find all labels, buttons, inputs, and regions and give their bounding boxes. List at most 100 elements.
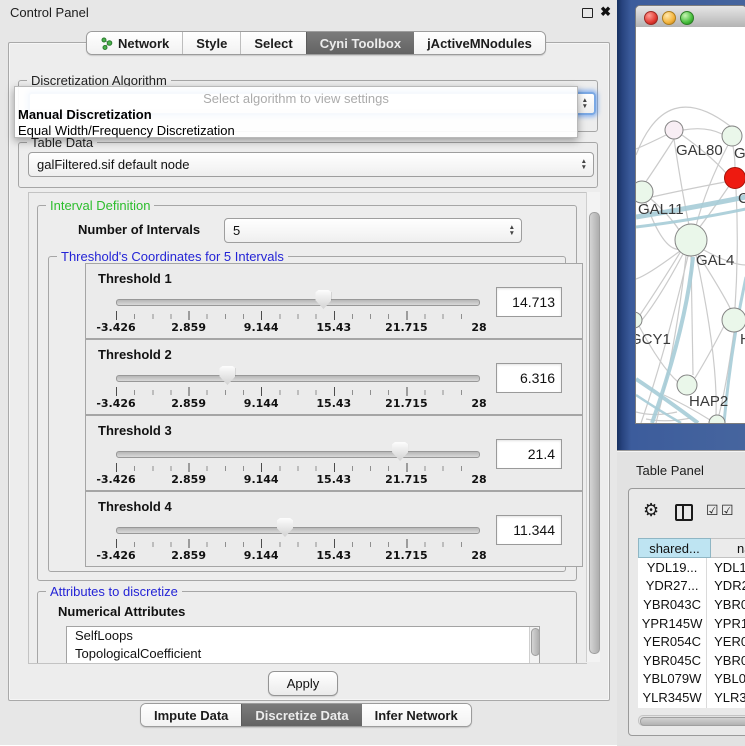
tab-select[interactable]: Select [240,32,305,54]
threshold-4-slider[interactable] [116,527,480,534]
table-row[interactable]: YDR27...YDR2 [638,577,745,596]
tab-infer-network[interactable]: Infer Network [362,704,471,726]
tab-label: Network [118,36,169,51]
minimize-traffic-light[interactable] [662,11,676,25]
column-header-shared-name[interactable]: shared... [638,538,711,558]
scale-label: -3.426 [96,397,135,410]
table-row[interactable]: YBL079WYBL0 [638,670,745,689]
threshold-value-field[interactable]: 11.344 [496,515,562,545]
slider-thumb[interactable] [392,442,408,461]
column-header-name[interactable]: na [711,538,745,558]
tab-network[interactable]: Network [87,32,182,54]
cell[interactable]: YBR045C [638,651,707,670]
slider-scale: -3.426 2.859 9.144 15.43 21.715 28 [116,473,479,486]
table-horizontal-scrollbar[interactable] [638,715,745,726]
cell[interactable]: YBR0 [707,651,745,670]
zoom-traffic-light[interactable] [680,11,694,25]
dropdown-option-manual-discretization[interactable]: Manual Discretization [15,106,577,122]
main-scrollbar[interactable] [586,192,600,662]
list-item[interactable]: BetweennessCentrality [67,662,539,664]
table-row[interactable]: YBR045CYBR0 [638,651,745,670]
node-right[interactable] [722,308,745,332]
dropdown-option-equal-width-frequency[interactable]: Equal Width/Frequency Discretization [15,122,577,138]
cell[interactable]: YDR2 [707,577,745,596]
table-hscrollbar-thumb[interactable] [640,717,745,726]
table-header-row: shared... na [638,538,745,558]
numerical-attributes-list[interactable]: SelfLoops TopologicalCoefficient Between… [66,626,540,664]
group-title: Threshold's Coordinates for 5 Intervals [57,249,288,264]
node-bottom-partial[interactable] [709,415,725,423]
gear-icon[interactable]: ⚙ [643,501,659,519]
cell[interactable]: YIL052C [638,707,707,708]
float-window-icon[interactable] [582,8,593,18]
cell[interactable]: YBL079W [638,670,707,689]
cell[interactable]: YDR27... [638,577,707,596]
cell[interactable]: YBL0 [707,670,745,689]
tab-cyni-toolbox[interactable]: Cyni Toolbox [306,32,414,54]
table-row[interactable]: YIL052CYIL0 [638,707,745,708]
table-row[interactable]: YBR043CYBR0 [638,595,745,614]
scale-label: 28 [471,321,486,334]
table-row[interactable]: YDL19...YDL1 [638,558,745,577]
list-item[interactable]: TopologicalCoefficient [67,645,539,663]
slider-thumb[interactable] [277,518,293,537]
cell[interactable]: YDL1 [707,558,745,577]
cell[interactable]: YBR043C [638,595,707,614]
node-gal80[interactable] [665,121,683,139]
node-top-right[interactable] [722,126,742,146]
list-scrollbar[interactable] [529,627,539,664]
network-window-titlebar[interactable] [636,6,745,28]
algorithm-dropdown-popup: Select algorithm to view settings Manual… [14,86,578,138]
table-row[interactable]: YPR145WYPR1 [638,614,745,633]
table-window: ⚙ ☑ ☑ shared... na YDL19...YDL1 YDR27...… [628,488,745,736]
cell[interactable]: YLR345W [638,688,707,707]
threshold-value-field[interactable]: 21.4 [496,439,562,469]
list-item[interactable]: SelfLoops [67,627,539,645]
cell[interactable]: YPR145W [638,614,707,633]
node-hap2[interactable] [677,375,697,395]
cell[interactable]: YDL19... [638,558,707,577]
tab-discretize-data[interactable]: Discretize Data [241,704,361,726]
checked-checkbox-icon[interactable]: ☑ [721,503,734,517]
tab-label: jActiveMNodules [427,36,532,51]
table-row[interactable]: YER054CYER0 [638,632,745,651]
tab-jactivemnodules[interactable]: jActiveMNodules [414,32,545,54]
threshold-label: Threshold 2 [98,347,172,362]
slider-thumb[interactable] [315,290,331,309]
threshold-value-field[interactable]: 6.316 [496,363,562,393]
main-scrollbar-thumb[interactable] [589,212,600,654]
cell[interactable]: YPR1 [707,614,745,633]
cell[interactable]: YER054C [638,632,707,651]
tab-style[interactable]: Style [182,32,240,54]
close-traffic-light[interactable] [644,11,658,25]
list-scrollbar-thumb[interactable] [531,628,540,656]
tab-impute-data[interactable]: Impute Data [141,704,241,726]
cell[interactable]: YLR3 [707,688,745,707]
threshold-3-slider[interactable] [116,451,480,458]
threshold-value-field[interactable]: 14.713 [496,287,562,317]
checked-checkbox-icon[interactable]: ☑ [706,503,719,517]
table-data-combobox[interactable]: galFiltered.sif default node ▲▼ [28,152,594,177]
tab-label: Cyni Toolbox [320,36,401,51]
scale-label: 21.715 [385,473,427,486]
cell[interactable]: YIL0 [707,707,745,708]
apply-button[interactable]: Apply [268,671,338,696]
split-columns-icon[interactable] [675,504,693,521]
cell[interactable]: YBR0 [707,595,745,614]
scale-label: 15.43 [316,473,351,486]
cell[interactable]: YER0 [707,632,745,651]
network-canvas[interactable]: GAL80 GA C GAL11 GAL4 GCY1 H HAP2 [636,27,745,423]
threshold-1-slider[interactable] [116,299,480,306]
threshold-2-slider[interactable] [116,375,480,382]
dropdown-placeholder-option[interactable]: Select algorithm to view settings [15,87,577,106]
scale-label: -3.426 [96,549,135,562]
number-of-intervals-combobox[interactable]: 5 ▲▼ [224,218,522,243]
node-gal11[interactable] [636,181,653,203]
table-row[interactable]: YLR345WYLR3 [638,688,745,707]
scale-label: 21.715 [385,321,427,334]
slider-thumb[interactable] [219,366,235,385]
node-label: GAL11 [638,201,684,218]
table-data-group: Table Data galFiltered.sif default node … [18,142,598,188]
close-icon[interactable]: ✖ [600,4,611,20]
node-selected-red[interactable] [725,168,745,189]
